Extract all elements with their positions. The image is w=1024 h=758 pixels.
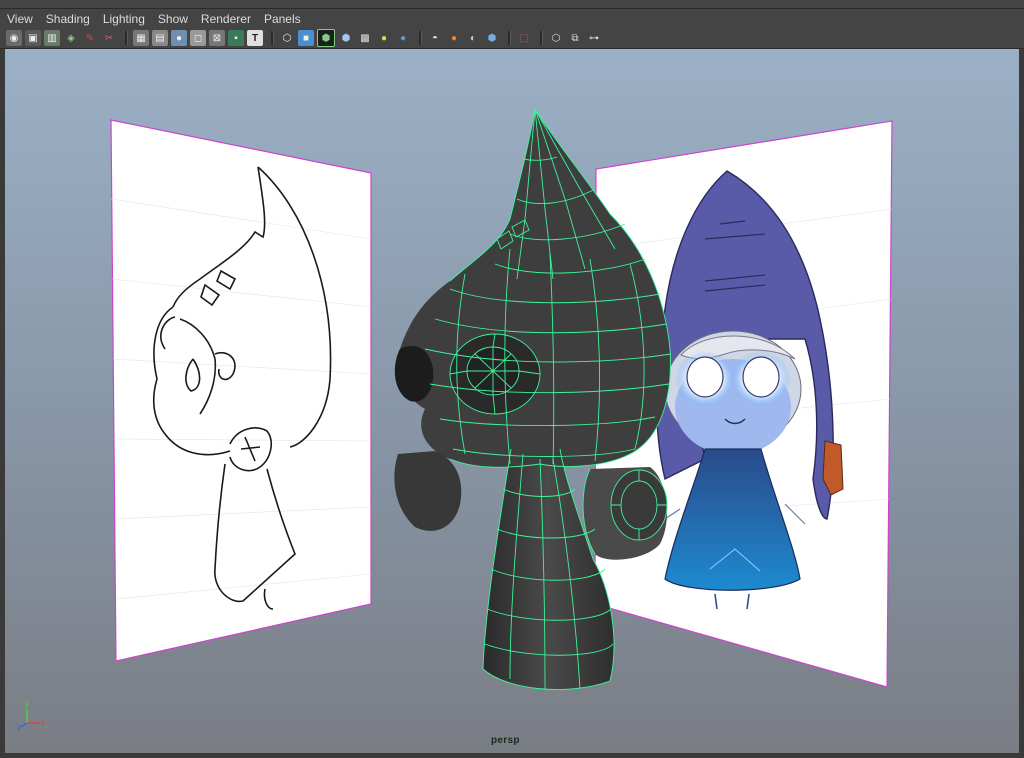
lock-camera-icon[interactable]: ▣	[25, 30, 41, 46]
camera-attributes-icon[interactable]: ▥	[44, 30, 60, 46]
use-all-lights-icon[interactable]: ●	[376, 30, 392, 46]
toolbar-separator	[540, 31, 543, 45]
clip-icon[interactable]: ✂	[101, 30, 117, 46]
scene-canvas[interactable]	[5, 49, 1019, 753]
gate-mask-icon[interactable]: ◻	[190, 30, 206, 46]
menu-show[interactable]: Show	[151, 12, 194, 26]
toolbar-separator	[508, 31, 511, 45]
menu-view[interactable]: View	[0, 12, 39, 26]
textured-icon[interactable]: ▩	[357, 30, 373, 46]
panel-menubar: View Shading Lighting Show Renderer Pane…	[0, 9, 1024, 28]
safe-action-icon[interactable]: ▪	[228, 30, 244, 46]
toolbar-separator	[125, 31, 128, 45]
wireframe-icon[interactable]: ⬡	[279, 30, 295, 46]
shadows-icon[interactable]: ●	[395, 30, 411, 46]
axis-gizmo: y z x	[17, 699, 47, 733]
window-top-strip	[0, 0, 1024, 9]
image-plane-icon[interactable]: ✎	[82, 30, 98, 46]
toolbar-separator	[271, 31, 274, 45]
xray-icon[interactable]: ⬡	[548, 30, 564, 46]
menu-lighting[interactable]: Lighting	[96, 12, 151, 26]
perspective-viewport[interactable]: y z x persp	[5, 49, 1019, 753]
axis-z-label: z	[17, 723, 21, 732]
menu-shading[interactable]: Shading	[39, 12, 96, 26]
bookmark-icon[interactable]: ◈	[63, 30, 79, 46]
safe-title-icon[interactable]: T	[247, 30, 263, 46]
toolbar-separator	[419, 31, 422, 45]
panel-toolbar: ◉ ▣ ▥ ◈ ✎ ✂ ▦ ▤ ● ◻ ⊠ ▪ T ⬡ ■ ⬢ ⬢ ▩ ● ● …	[0, 28, 1024, 49]
default-material-icon[interactable]: ⬢	[338, 30, 354, 46]
viewport-bottom-border	[0, 753, 1024, 758]
menu-panels[interactable]: Panels	[257, 12, 307, 26]
axis-x-label: x	[41, 718, 45, 727]
axis-y-label: y	[25, 699, 29, 708]
smooth-shade-icon[interactable]: ■	[298, 30, 314, 46]
isolate-select-icon[interactable]: ⬚	[516, 30, 532, 46]
viewport-right-border	[1019, 49, 1024, 758]
xray-components-icon[interactable]: ⊶	[586, 30, 602, 46]
side-view-image-plane[interactable]	[110, 119, 372, 662]
motion-blur-icon[interactable]: ◐	[465, 30, 481, 46]
film-gate-icon[interactable]: ▤	[152, 30, 168, 46]
xray-joints-icon[interactable]: ⧉	[567, 30, 583, 46]
wireframe-on-shaded-icon[interactable]: ⬢	[317, 29, 335, 47]
ambient-occlusion-icon[interactable]: ●	[446, 30, 462, 46]
anti-aliasing-icon[interactable]: ⬢	[484, 30, 500, 46]
select-camera-icon[interactable]: ◉	[6, 30, 22, 46]
menu-renderer[interactable]: Renderer	[194, 12, 257, 26]
camera-name-label: persp	[491, 735, 520, 746]
high-quality-icon[interactable]: ◓	[427, 30, 443, 46]
grid-icon[interactable]: ▦	[133, 30, 149, 46]
field-chart-icon[interactable]: ⊠	[209, 30, 225, 46]
resolution-gate-icon[interactable]: ●	[171, 30, 187, 46]
